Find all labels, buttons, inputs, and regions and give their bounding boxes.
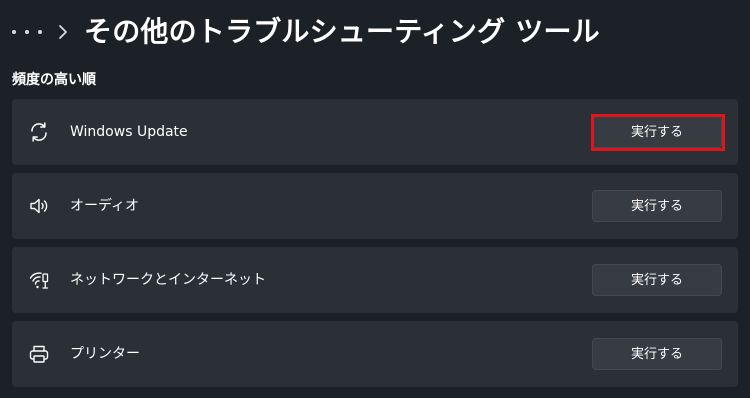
troubleshooter-row-audio: オーディオ 実行する bbox=[12, 173, 738, 239]
printer-icon bbox=[28, 343, 50, 365]
sync-icon bbox=[28, 121, 50, 143]
run-audio-button[interactable]: 実行する bbox=[592, 190, 722, 222]
troubleshooter-row-printer: プリンター 実行する bbox=[12, 321, 738, 387]
section-label: 頻度の高い順 bbox=[12, 72, 96, 88]
speaker-icon bbox=[28, 195, 50, 217]
troubleshooter-row-windows-update: Windows Update 実行する bbox=[12, 99, 738, 165]
more-horizontal-icon-dot bbox=[38, 30, 42, 34]
more-horizontal-icon-dot bbox=[25, 30, 29, 34]
troubleshooter-list: Windows Update 実行する オーディオ 実行する ネットワークとイン… bbox=[12, 99, 738, 395]
more-options-button[interactable] bbox=[12, 22, 42, 42]
chevron-right-icon bbox=[57, 24, 69, 40]
troubleshooter-label: プリンター bbox=[70, 346, 140, 362]
run-windows-update-button[interactable]: 実行する bbox=[592, 116, 722, 148]
more-horizontal-icon bbox=[12, 30, 16, 34]
run-printer-button[interactable]: 実行する bbox=[592, 338, 722, 370]
run-network-button[interactable]: 実行する bbox=[592, 264, 722, 296]
troubleshooter-label: Windows Update bbox=[70, 124, 188, 140]
header: その他のトラブルシューティング ツール bbox=[0, 0, 750, 62]
troubleshooter-label: オーディオ bbox=[70, 198, 140, 214]
network-icon bbox=[28, 269, 50, 291]
page-title: その他のトラブルシューティング ツール bbox=[84, 15, 600, 48]
troubleshooter-label: ネットワークとインターネット bbox=[70, 272, 266, 288]
troubleshooter-row-network: ネットワークとインターネット 実行する bbox=[12, 247, 738, 313]
settings-page: その他のトラブルシューティング ツール 頻度の高い順 Windows Updat… bbox=[0, 0, 750, 398]
